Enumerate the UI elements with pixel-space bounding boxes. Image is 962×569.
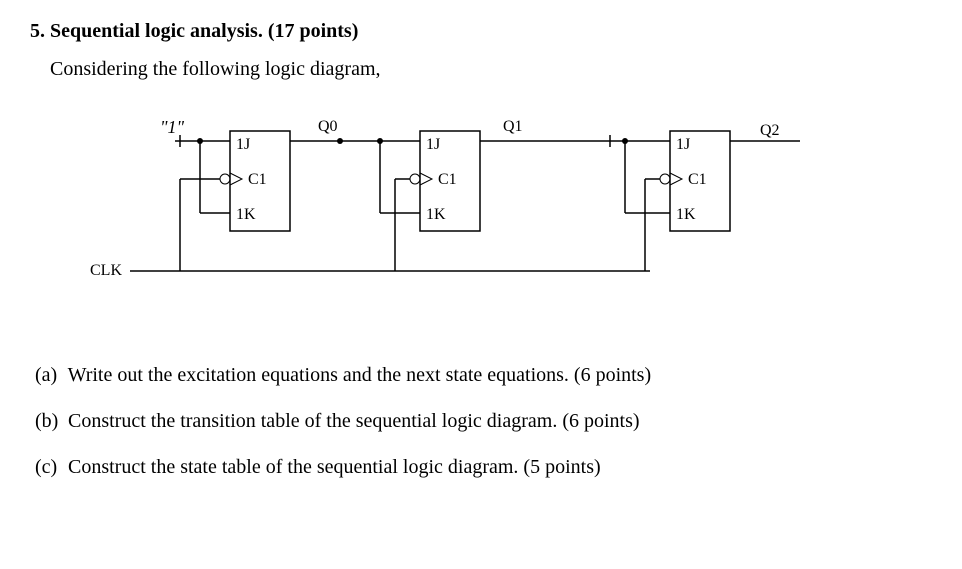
questions-list: (a) Write out the excitation equations a… (35, 361, 932, 481)
ff2-j-label: 1J (676, 136, 690, 153)
question-b-text: Construct the transition table of the se… (68, 410, 640, 432)
ff1-c-label: C1 (438, 171, 457, 188)
question-b-label: (b) (35, 407, 63, 435)
ff0-c-label: C1 (248, 171, 267, 188)
question-c-text: Construct the state table of the sequent… (68, 456, 601, 478)
question-c: (c) Construct the state table of the seq… (35, 453, 932, 481)
ff0-k-label: 1K (236, 206, 256, 223)
q2-label: Q2 (760, 122, 780, 139)
q1-label: Q1 (503, 118, 523, 135)
problem-title: 5. Sequential logic analysis. (17 points… (30, 20, 932, 43)
question-a: (a) Write out the excitation equations a… (35, 361, 932, 389)
logic-diagram: 1J C1 1K 1J C1 1K 1J C1 1K "1" Q0 (80, 111, 840, 311)
question-c-label: (c) (35, 453, 63, 481)
question-b: (b) Construct the transition table of th… (35, 407, 932, 435)
question-a-text: Write out the excitation equations and t… (68, 364, 652, 386)
problem-subtitle: Considering the following logic diagram, (50, 58, 932, 81)
constant-one-label: "1" (160, 117, 185, 137)
ff1-j-label: 1J (426, 136, 440, 153)
question-a-label: (a) (35, 361, 63, 389)
ff2-k-label: 1K (676, 206, 696, 223)
q0-label: Q0 (318, 118, 338, 135)
ff0-j-label: 1J (236, 136, 250, 153)
ff1-k-label: 1K (426, 206, 446, 223)
clk-label: CLK (90, 262, 122, 279)
ff2-c-label: C1 (688, 171, 707, 188)
